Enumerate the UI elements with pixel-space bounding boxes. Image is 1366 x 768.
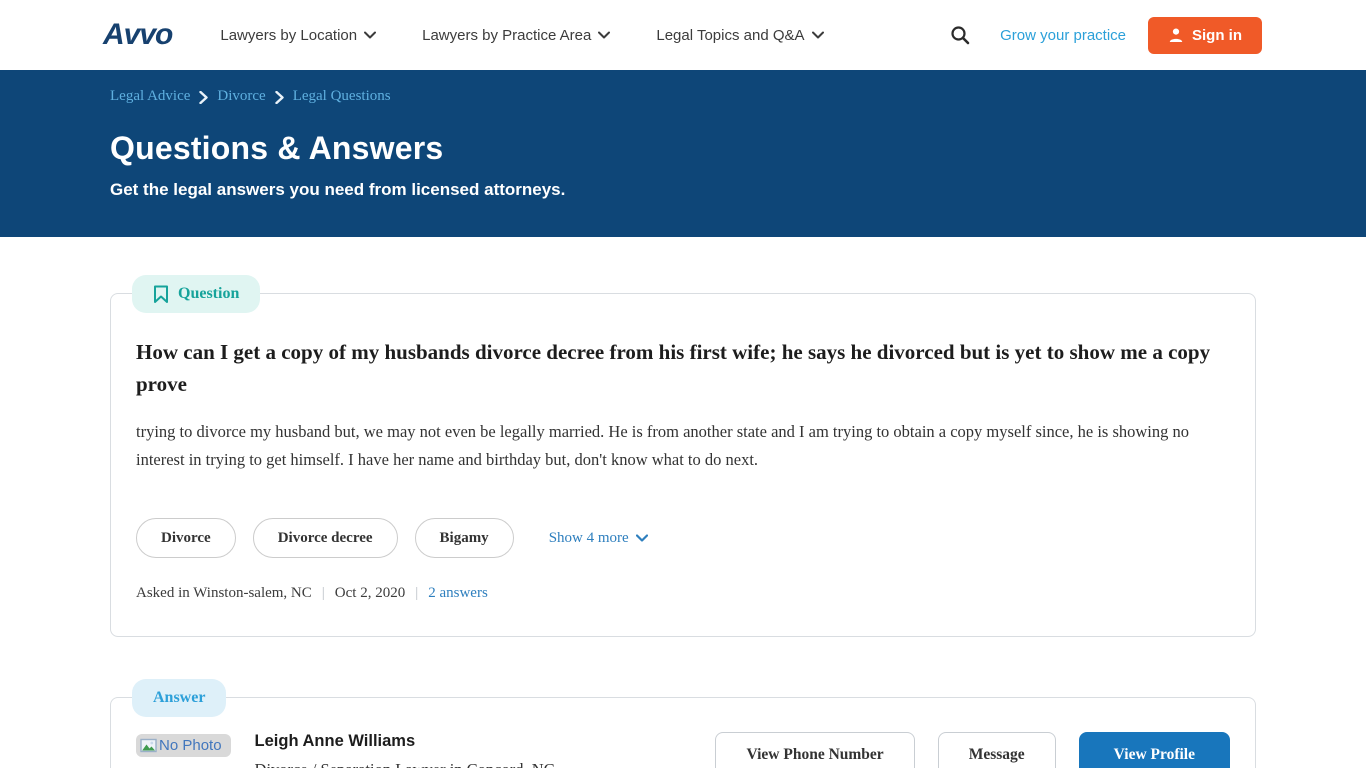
- answer-actions: View Phone Number Message View Profile: [715, 732, 1230, 768]
- page-subtitle: Get the legal answers you need from lice…: [110, 180, 1256, 200]
- question-title: How can I get a copy of my husbands divo…: [136, 336, 1211, 400]
- chevron-down-icon: [598, 31, 610, 39]
- answer-badge-label: Answer: [153, 689, 205, 707]
- tag-bigamy[interactable]: Bigamy: [415, 518, 514, 558]
- question-tags: Divorce Divorce decree Bigamy Show 4 mor…: [136, 518, 1230, 558]
- asked-date: Oct 2, 2020: [335, 585, 405, 602]
- chevron-down-icon: [636, 534, 648, 542]
- top-navbar: Avvo Lawyers by Location Lawyers by Prac…: [0, 0, 1366, 70]
- answer-badge: Answer: [132, 679, 226, 717]
- show-more-label: Show 4 more: [549, 530, 629, 547]
- breadcrumb-legal-advice[interactable]: Legal Advice: [110, 88, 190, 105]
- bookmark-icon: [153, 285, 169, 304]
- lawyer-avatar[interactable]: No Photo: [136, 734, 231, 757]
- main-content: Question How can I get a copy of my husb…: [110, 293, 1256, 768]
- sign-in-button[interactable]: Sign in: [1148, 17, 1262, 54]
- view-phone-number-button[interactable]: View Phone Number: [715, 732, 914, 768]
- chevron-right-icon: [275, 91, 284, 104]
- lawyer-info: Leigh Anne Williams Divorce / Separation…: [255, 732, 716, 768]
- nav-legal-topics-qa-label: Legal Topics and Q&A: [656, 27, 804, 44]
- nav-lawyers-by-location[interactable]: Lawyers by Location: [220, 27, 376, 44]
- breadcrumb-legal-questions[interactable]: Legal Questions: [293, 88, 391, 105]
- nav-lawyers-by-practice-area[interactable]: Lawyers by Practice Area: [422, 27, 610, 44]
- avatar-alt-text: No Photo: [159, 737, 222, 754]
- tag-divorce-decree[interactable]: Divorce decree: [253, 518, 398, 558]
- nav-lawyers-by-practice-area-label: Lawyers by Practice Area: [422, 27, 591, 44]
- nav-legal-topics-qa[interactable]: Legal Topics and Q&A: [656, 27, 823, 44]
- chevron-down-icon: [812, 31, 824, 39]
- broken-image-icon: [140, 738, 157, 753]
- lawyer-subtitle: Divorce / Separation Lawyer in Concord, …: [255, 760, 716, 768]
- meta-divider: |: [415, 585, 418, 602]
- meta-divider: |: [322, 585, 325, 602]
- page-title: Questions & Answers: [110, 130, 1256, 167]
- question-card: Question How can I get a copy of my husb…: [110, 293, 1256, 637]
- avvo-logo[interactable]: Avvo: [103, 18, 172, 52]
- search-icon[interactable]: [950, 25, 970, 45]
- message-button[interactable]: Message: [938, 732, 1056, 768]
- answers-count-link[interactable]: 2 answers: [428, 585, 488, 602]
- lawyer-name[interactable]: Leigh Anne Williams: [255, 732, 716, 751]
- answer-lawyer-row: No Photo Leigh Anne Williams Divorce / S…: [136, 732, 1230, 768]
- question-body: trying to divorce my husband but, we may…: [136, 418, 1211, 474]
- answer-card: Answer No Photo Leigh Anne Williams Divo…: [110, 697, 1256, 768]
- hero-banner: Legal Advice Divorce Legal Questions Que…: [0, 70, 1366, 237]
- breadcrumb: Legal Advice Divorce Legal Questions: [110, 70, 1256, 105]
- view-profile-button[interactable]: View Profile: [1079, 732, 1230, 768]
- nav-lawyers-by-location-label: Lawyers by Location: [220, 27, 357, 44]
- show-more-link[interactable]: Show 4 more: [549, 530, 648, 547]
- question-meta: Asked in Winston-salem, NC | Oct 2, 2020…: [136, 585, 1230, 602]
- question-badge-label: Question: [178, 285, 239, 303]
- grow-your-practice-link[interactable]: Grow your practice: [1000, 27, 1126, 44]
- chevron-down-icon: [364, 31, 376, 39]
- tag-divorce[interactable]: Divorce: [136, 518, 236, 558]
- question-badge: Question: [132, 275, 260, 313]
- chevron-right-icon: [199, 91, 208, 104]
- asked-in-text: Asked in Winston-salem, NC: [136, 585, 312, 602]
- sign-in-label: Sign in: [1192, 27, 1242, 44]
- person-icon: [1168, 27, 1184, 43]
- breadcrumb-divorce[interactable]: Divorce: [217, 88, 265, 105]
